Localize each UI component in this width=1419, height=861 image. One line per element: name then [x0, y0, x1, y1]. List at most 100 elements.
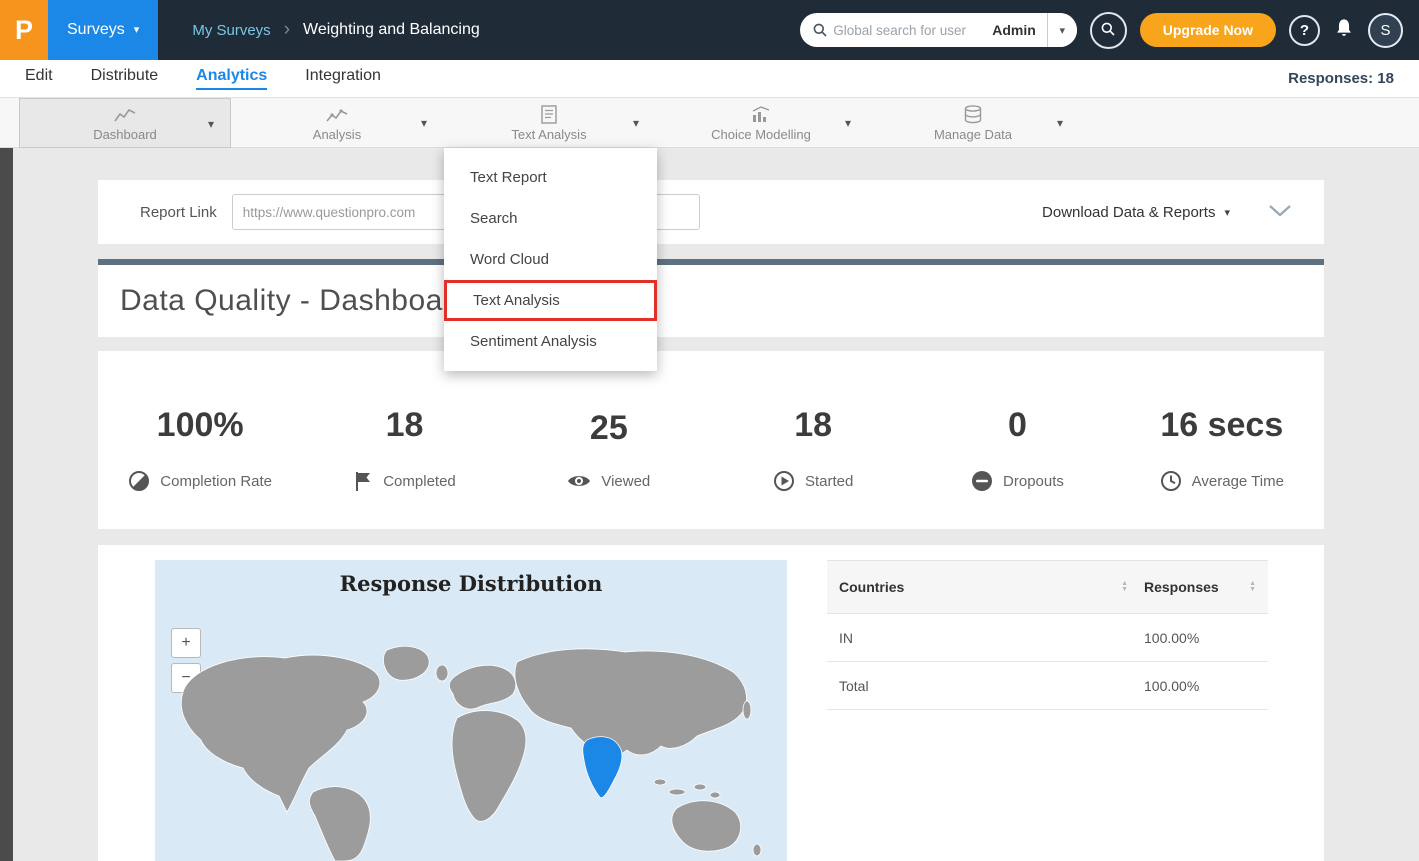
- subtab-choice-modelling[interactable]: Choice Modelling ▾: [655, 98, 867, 148]
- chevron-down-icon: ▾: [1224, 206, 1230, 219]
- left-edge-strip: [0, 98, 13, 861]
- stat-completed: 18 Completed: [302, 351, 506, 529]
- global-search: Admin ▾: [800, 13, 1077, 47]
- search-button[interactable]: [1090, 12, 1127, 49]
- tab-distribute[interactable]: Distribute: [91, 67, 159, 90]
- island: [694, 784, 706, 790]
- menu-item-sentiment-analysis[interactable]: Sentiment Analysis: [444, 321, 657, 362]
- subtab-label: Text Analysis: [511, 127, 586, 142]
- search-scope-label: Admin: [981, 22, 1047, 38]
- stat-average-time: 16 secs Average Time: [1120, 351, 1324, 529]
- download-data-reports-button[interactable]: Download Data & Reports ▾: [1042, 204, 1230, 221]
- subtab-label: Manage Data: [934, 127, 1012, 142]
- surveys-product-menu[interactable]: Surveys ▾: [48, 0, 158, 60]
- subtab-manage-data[interactable]: Manage Data ▾: [867, 98, 1079, 148]
- sort-icon[interactable]: ▲▼: [1121, 581, 1128, 593]
- menu-item-text-analysis[interactable]: Text Analysis: [444, 280, 657, 321]
- menu-item-search[interactable]: Search: [444, 198, 657, 239]
- question-mark-icon: ?: [1300, 22, 1309, 39]
- responses-cell: 100.00%: [1144, 678, 1256, 694]
- tab-integration[interactable]: Integration: [305, 67, 381, 90]
- global-search-input[interactable]: [833, 23, 981, 38]
- countries-header-label: Countries: [839, 579, 904, 595]
- tab-edit[interactable]: Edit: [25, 67, 53, 90]
- subtab-dashboard[interactable]: Dashboard ▾: [19, 98, 231, 148]
- stat-label: Average Time: [1192, 473, 1284, 490]
- uk: [436, 665, 448, 681]
- stat-value: 16 secs: [1160, 406, 1283, 445]
- logo-letter: P: [15, 15, 33, 46]
- subtab-text-analysis[interactable]: Text Analysis ▾: [443, 98, 655, 148]
- notifications-button[interactable]: [1333, 17, 1355, 43]
- topbar: P Surveys ▾ My Surveys › Weighting and B…: [0, 0, 1419, 60]
- analytics-toolbar: Dashboard ▾ Analysis ▾ Text Analysis ▾ C…: [0, 98, 1419, 148]
- flag-icon: [353, 470, 373, 492]
- bar-chart-icon: [750, 104, 772, 124]
- stat-value: 25: [590, 409, 628, 448]
- search-icon: [1100, 21, 1116, 40]
- stat-dropouts: 0 Dropouts: [915, 351, 1119, 529]
- trend-chart-icon: [326, 104, 348, 124]
- page-title-card: Data Quality - Dashboard: [98, 265, 1324, 337]
- breadcrumb: My Surveys › Weighting and Balancing: [192, 19, 479, 41]
- japan: [743, 701, 751, 719]
- responses-header[interactable]: Responses ▲▼: [1144, 579, 1256, 595]
- country-cell: IN: [839, 630, 1144, 646]
- report-link-label: Report Link: [140, 204, 217, 221]
- greenland: [383, 646, 429, 680]
- chevron-down-icon: [1268, 204, 1292, 220]
- menu-item-word-cloud[interactable]: Word Cloud: [444, 239, 657, 280]
- text-analysis-menu: Text Report Search Word Cloud Text Analy…: [444, 148, 657, 371]
- breadcrumb-my-surveys[interactable]: My Surveys: [192, 22, 270, 39]
- countries-header[interactable]: Countries ▲▼: [839, 579, 1144, 595]
- table-row: Total 100.00%: [827, 662, 1268, 710]
- avatar-letter: S: [1380, 22, 1390, 39]
- stat-value: 18: [386, 406, 424, 445]
- search-icon: [800, 22, 833, 38]
- page-title: Data Quality - Dashboard: [120, 284, 471, 318]
- clock-icon: [1160, 470, 1182, 492]
- contrast-icon: [128, 470, 150, 492]
- menu-item-text-report[interactable]: Text Report: [444, 157, 657, 198]
- responses-cell: 100.00%: [1144, 630, 1256, 646]
- tab-analytics[interactable]: Analytics: [196, 67, 267, 90]
- stat-value: 100%: [157, 406, 244, 445]
- line-chart-icon: [114, 104, 136, 124]
- chevron-down-icon[interactable]: ▾: [633, 116, 639, 130]
- surveys-label: Surveys: [67, 21, 125, 39]
- continent-australia: [672, 801, 741, 851]
- chevron-down-icon[interactable]: ▾: [208, 117, 214, 131]
- country-cell: Total: [839, 678, 1144, 694]
- download-label: Download Data & Reports: [1042, 204, 1215, 221]
- world-map[interactable]: [155, 640, 787, 861]
- chevron-down-icon[interactable]: ▾: [845, 116, 851, 130]
- upgrade-now-button[interactable]: Upgrade Now: [1140, 13, 1276, 47]
- continent-europe: [449, 665, 516, 709]
- chevron-down-icon: ▾: [134, 25, 140, 36]
- help-button[interactable]: ?: [1289, 15, 1320, 46]
- island: [669, 789, 685, 795]
- questionpro-logo[interactable]: P: [0, 0, 48, 60]
- subtab-label: Dashboard: [93, 127, 157, 142]
- stat-label: Completion Rate: [160, 473, 272, 490]
- continent-north-america: [181, 655, 380, 812]
- report-link-bar: Report Link Download Data & Reports ▾: [98, 180, 1324, 244]
- country-india-highlight: [583, 737, 622, 798]
- stat-viewed: 25 Viewed: [507, 351, 711, 529]
- subtab-analysis[interactable]: Analysis ▾: [231, 98, 443, 148]
- subtab-label: Choice Modelling: [711, 127, 811, 142]
- sort-icon[interactable]: ▲▼: [1249, 581, 1256, 593]
- table-header: Countries ▲▼ Responses ▲▼: [827, 560, 1268, 614]
- table-row: IN 100.00%: [827, 614, 1268, 662]
- survey-stats: 100% Completion Rate 18 Completed 25: [98, 351, 1324, 529]
- continent-asia: [515, 649, 747, 757]
- chevron-down-icon[interactable]: ▾: [1057, 116, 1063, 130]
- collapse-panel-button[interactable]: [1268, 204, 1292, 220]
- chevron-down-icon[interactable]: ▾: [421, 116, 427, 130]
- database-icon: [964, 104, 982, 124]
- island: [710, 792, 720, 798]
- stat-started: 18 Started: [711, 351, 915, 529]
- bell-icon: [1333, 17, 1355, 43]
- avatar[interactable]: S: [1368, 13, 1403, 48]
- search-scope-dropdown[interactable]: ▾: [1047, 13, 1077, 47]
